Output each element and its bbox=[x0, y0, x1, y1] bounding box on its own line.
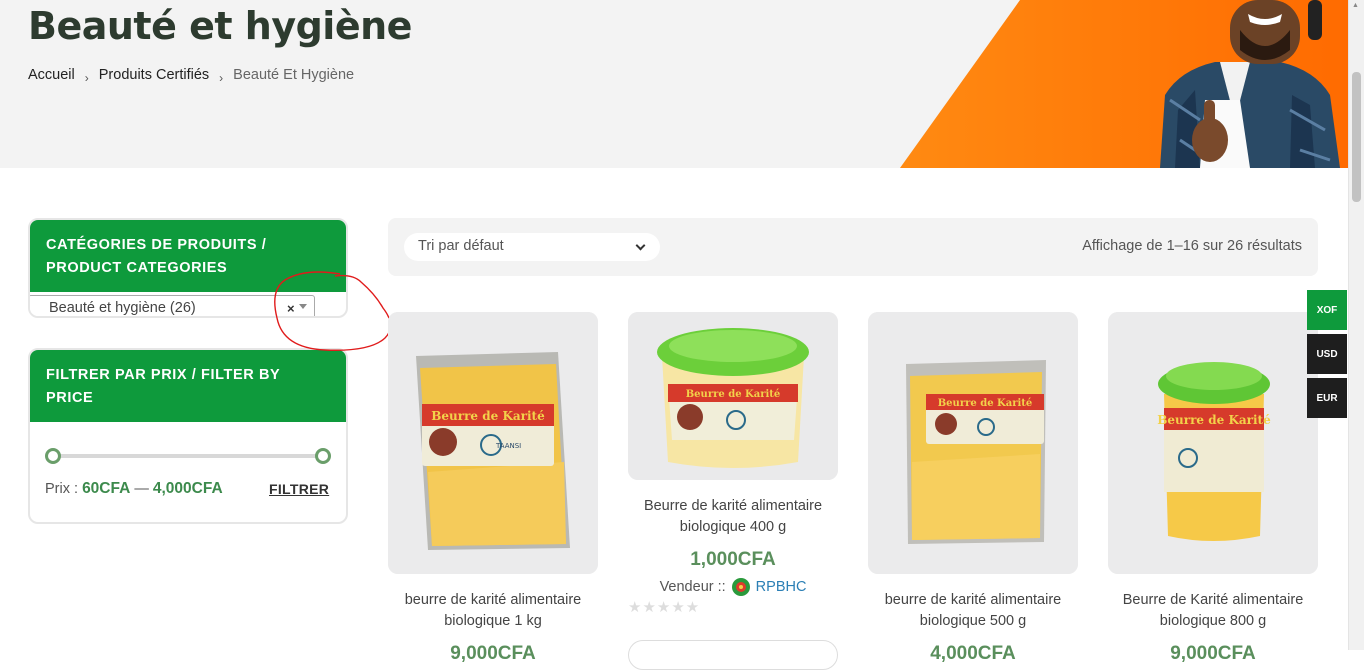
price-slider-track[interactable] bbox=[54, 454, 322, 458]
product-price: 9,000CFA bbox=[450, 643, 536, 664]
sort-select-value: Tri par défaut bbox=[418, 238, 504, 254]
price-max-value: 4,000CFA bbox=[152, 480, 223, 497]
price-slider-min-handle[interactable] bbox=[45, 448, 61, 464]
product-name[interactable]: beurre de karité alimentaire biologique … bbox=[868, 590, 1078, 632]
dropdown-arrow-icon[interactable] bbox=[299, 304, 307, 309]
page-scrollbar[interactable]: ▲ bbox=[1348, 0, 1364, 650]
currency-eur-button[interactable]: EUR bbox=[1307, 378, 1347, 418]
category-widget-title: CATÉGORIES DE PRODUITS / PRODUCT CATEGOR… bbox=[30, 220, 346, 292]
breadcrumb: Accueil › Produits Certifiés › Beauté Et… bbox=[28, 67, 355, 85]
page-title: Beauté et hygiène bbox=[28, 4, 412, 48]
price-min-value: 60CFA bbox=[82, 480, 131, 497]
breadcrumb-certified-link[interactable]: Produits Certifiés bbox=[99, 67, 209, 83]
chevron-right-icon: › bbox=[219, 71, 224, 85]
product-image[interactable]: Beurre de Karité bbox=[628, 312, 838, 480]
filter-button[interactable]: FILTRER bbox=[269, 481, 329, 497]
product-price: 9,000CFA bbox=[1170, 643, 1256, 664]
scrollbar-thumb[interactable] bbox=[1352, 72, 1361, 202]
product-image[interactable]: Beurre de Karité bbox=[1108, 312, 1318, 574]
product-price: 1,000CFA bbox=[690, 549, 776, 570]
product-label-brand: Beurre de Karité bbox=[938, 398, 1033, 409]
product-name[interactable]: Beurre de karité alimentaire biologique … bbox=[628, 496, 838, 538]
price-widget-title: FILTRER PAR PRIX / FILTER BY PRICE bbox=[30, 350, 346, 422]
currency-usd-button[interactable]: USD bbox=[1307, 334, 1347, 374]
scroll-up-arrow-icon[interactable]: ▲ bbox=[1352, 2, 1359, 9]
currency-xof-button[interactable]: XOF bbox=[1307, 290, 1347, 330]
sort-select[interactable]: Tri par défaut bbox=[404, 233, 660, 261]
page-hero: Beauté et hygiène Accueil › Produits Cer… bbox=[0, 0, 1348, 168]
product-label-brand: Beurre de Karité bbox=[686, 389, 781, 400]
price-dash: — bbox=[134, 481, 149, 497]
shop-toolbar: Tri par défaut Affichage de 1–16 sur 26 … bbox=[388, 218, 1318, 276]
vendor-info: Vendeur :: RPBHC bbox=[628, 577, 838, 597]
vendor-name-link[interactable]: RPBHC bbox=[756, 579, 807, 595]
breadcrumb-current: Beauté Et Hygiène bbox=[233, 67, 355, 83]
product-label-logo: TAANSI bbox=[495, 442, 521, 450]
product-name[interactable]: Beurre de Karité alimentaire biologique … bbox=[1108, 590, 1318, 632]
price-filter-widget: FILTRER PAR PRIX / FILTER BY PRICE Prix … bbox=[28, 348, 348, 524]
clear-icon[interactable]: × bbox=[287, 301, 295, 316]
product-card[interactable]: Beurre de Karité beurre de karité alimen… bbox=[868, 312, 1078, 665]
vendor-logo-icon bbox=[731, 578, 750, 596]
hero-person-image bbox=[1160, 0, 1340, 168]
product-image[interactable]: Beurre de Karité bbox=[868, 312, 1078, 574]
product-label-brand: Beurre de Karité bbox=[1157, 413, 1271, 427]
category-select-value: Beauté et hygiène (26) bbox=[49, 300, 196, 316]
product-image[interactable]: Beurre de Karité TAANSI bbox=[388, 312, 598, 574]
category-widget: CATÉGORIES DE PRODUITS / PRODUCT CATEGOR… bbox=[28, 218, 348, 318]
chevron-down-icon bbox=[635, 240, 646, 251]
add-to-cart-button[interactable] bbox=[628, 640, 838, 670]
product-price: 4,000CFA bbox=[930, 643, 1016, 664]
rating-stars: ★★★★★ bbox=[628, 599, 701, 616]
price-range-text: Prix : 60CFA — 4,000CFA bbox=[45, 480, 223, 498]
product-card[interactable]: Beurre de Karité TAANSI beurre de karité… bbox=[388, 312, 598, 665]
price-slider-max-handle[interactable] bbox=[315, 448, 331, 464]
product-card[interactable]: Beurre de Karité Beurre de Karité alimen… bbox=[1108, 312, 1318, 665]
product-card[interactable]: Beurre de Karité Beurre de karité alimen… bbox=[628, 312, 838, 670]
vendor-label: Vendeur :: bbox=[659, 579, 726, 595]
chevron-right-icon: › bbox=[84, 71, 89, 85]
result-count: Affichage de 1–16 sur 26 résultats bbox=[1082, 238, 1302, 254]
breadcrumb-home-link[interactable]: Accueil bbox=[28, 67, 75, 83]
price-label: Prix : bbox=[45, 481, 79, 497]
category-select[interactable]: Beauté et hygiène (26) × bbox=[30, 295, 315, 316]
product-name[interactable]: beurre de karité alimentaire biologique … bbox=[388, 590, 598, 632]
product-label-brand: Beurre de Karité bbox=[431, 409, 545, 423]
